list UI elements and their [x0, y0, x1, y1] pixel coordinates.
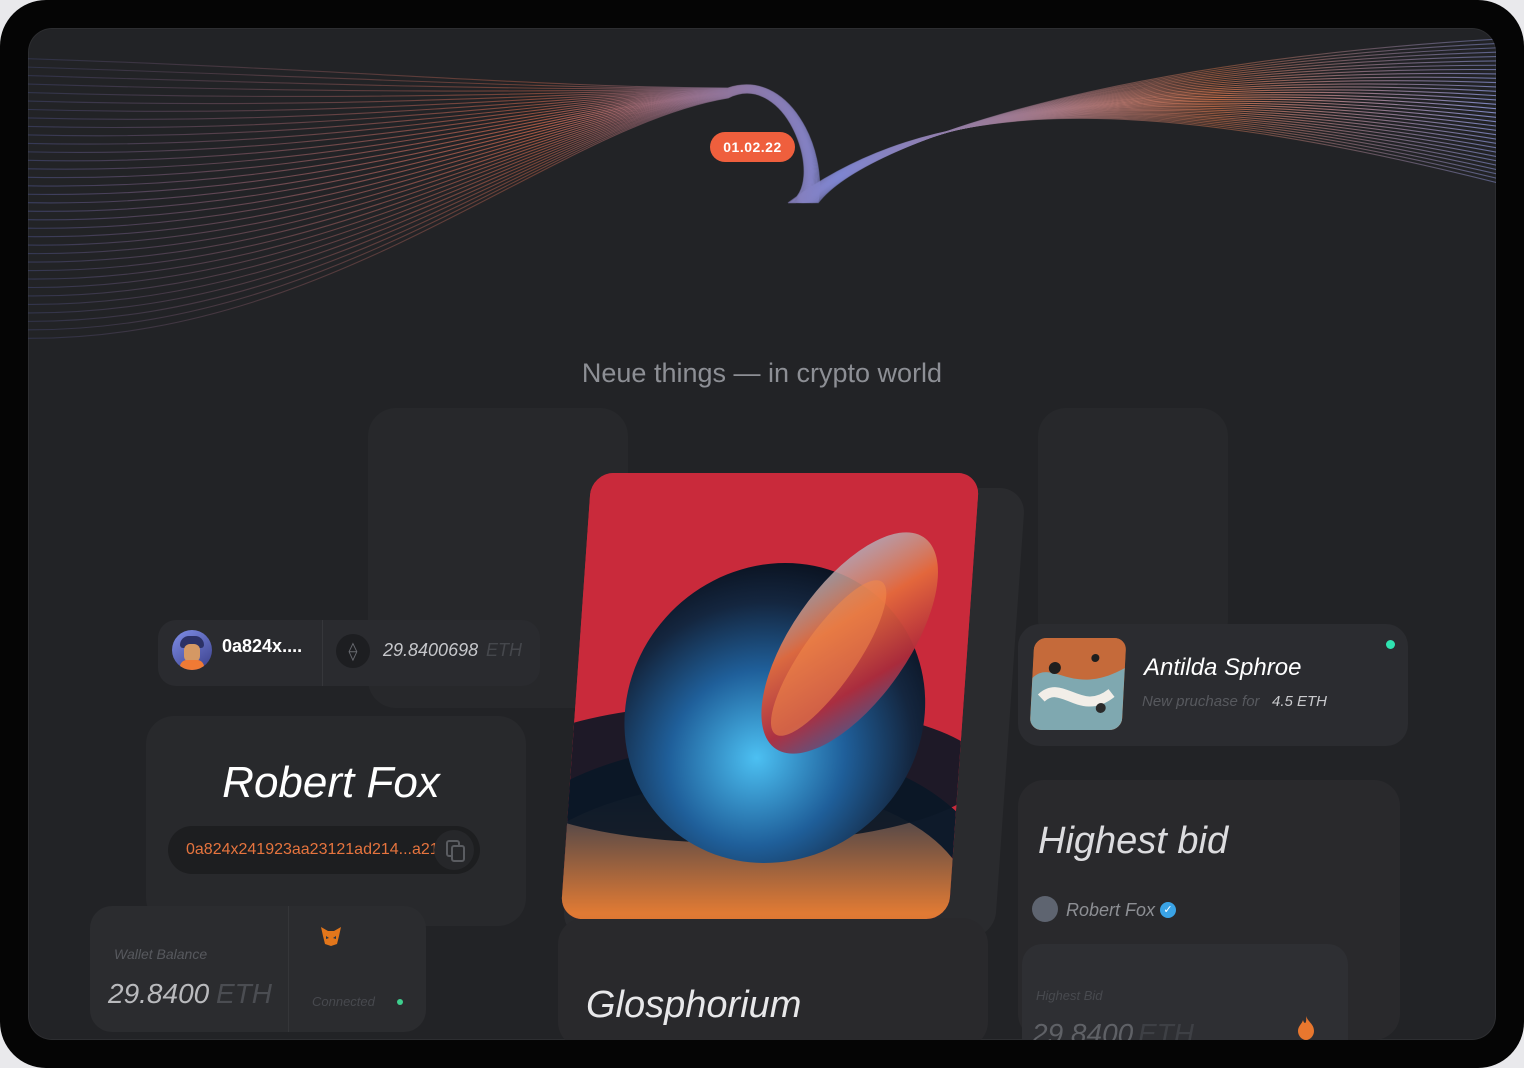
swirl-line: [28, 92, 1496, 331]
swirl-line: [28, 91, 1496, 314]
swirl-line: [28, 90, 1496, 263]
connection-status: Connected: [312, 994, 375, 1009]
ghost-card-right: [1038, 408, 1228, 648]
metamask-fox-icon: [321, 927, 341, 946]
wallet-pill[interactable]: 0a824x.... ⟠ 29.8400698 ETH: [158, 620, 540, 686]
profile-card: Robert Fox 0a824x241923aa23121ad214...a2…: [146, 716, 526, 926]
tagline: Neue things — in crypto world: [581, 358, 943, 388]
swirl-lines-art: [28, 38, 1496, 339]
copy-icon[interactable]: [434, 830, 474, 870]
bid-unit: ETH: [1138, 1018, 1194, 1040]
profile-address-field: 0a824x241923aa23121ad214...a213: [168, 826, 480, 874]
activity-price: 4.5 ETH: [1272, 693, 1328, 710]
nft-artwork[interactable]: [560, 473, 980, 919]
balance-value: 29.8400: [108, 978, 210, 1009]
balance-divider: [288, 906, 289, 1032]
highest-bid-card: Highest bid Robert Fox ✓ Highest Bid 29.…: [1018, 780, 1400, 1040]
device-frame: 01.02.22 Neue things — in crypto world 0…: [0, 0, 1524, 1068]
wallet-unit: ETH: [486, 640, 522, 660]
app-screen: 01.02.22 Neue things — in crypto world 0…: [28, 28, 1496, 1040]
wallet-balance: 29.8400698: [383, 640, 479, 660]
online-status-dot: [1386, 640, 1395, 649]
nft-title: Glosphorium: [586, 984, 802, 1026]
swirl-line: [28, 90, 1496, 280]
date-badge: 01.02.22: [710, 132, 795, 162]
wallet-address-short: 0a824x....: [222, 636, 303, 656]
bidder-name[interactable]: Robert Fox: [1066, 900, 1155, 921]
profile-name: Robert Fox: [222, 758, 440, 807]
balance-unit: ETH: [216, 978, 272, 1009]
wallet-balance-card: Wallet Balance 29.8400 ETH Connected: [90, 906, 426, 1032]
avatar[interactable]: [172, 630, 212, 670]
ethereum-icon: ⟠: [336, 634, 370, 668]
verified-icon: ✓: [1160, 902, 1176, 918]
swirl-line: [28, 91, 1496, 305]
bid-value: 29.8400: [1032, 1018, 1134, 1040]
flame-icon: [1298, 1016, 1314, 1040]
pill-divider: [322, 620, 323, 686]
balance-label: Wallet Balance: [114, 946, 208, 962]
activity-description: New pruchase for: [1142, 693, 1260, 710]
profile-address: 0a824x241923aa23121ad214...a213: [186, 841, 448, 858]
nft-card[interactable]: Glosphorium: [558, 918, 988, 1040]
activity-thumbnail: [1029, 638, 1127, 730]
connection-dot: [397, 999, 403, 1005]
avatar-body: [180, 660, 204, 670]
bid-inner-label: Highest Bid: [1036, 988, 1103, 1003]
activity-card[interactable]: Antilda Sphroe New pruchase for 4.5 ETH: [1018, 624, 1408, 746]
bidder-avatar[interactable]: [1032, 896, 1058, 922]
bid-value-panel: Highest Bid 29.8400 ETH: [1022, 944, 1348, 1040]
swirl-line: [28, 89, 1496, 238]
activity-name: Antilda Sphroe: [1144, 654, 1302, 681]
bid-title: Highest bid: [1038, 820, 1229, 862]
